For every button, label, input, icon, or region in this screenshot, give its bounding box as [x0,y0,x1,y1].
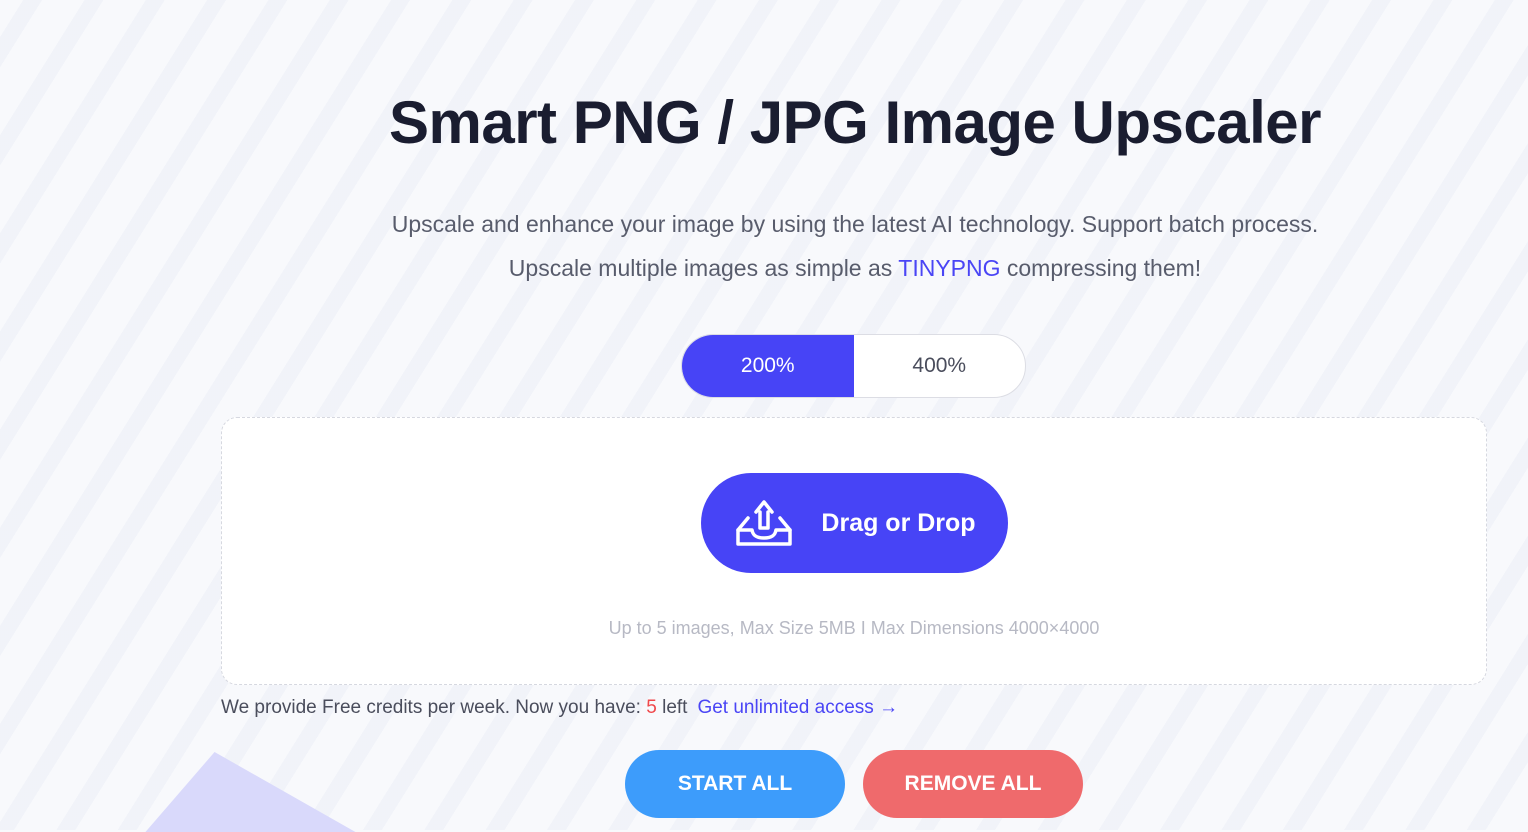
remove-all-button[interactable]: REMOVE ALL [863,750,1083,818]
page-title: Smart PNG / JPG Image Upscaler [388,89,1322,156]
start-all-button[interactable]: START ALL [625,750,845,818]
credits-info: We provide Free credits per week. Now yo… [221,697,898,719]
tinypng-link[interactable]: TINYPNG [898,255,1000,281]
credits-text-end: left [656,697,688,718]
scale-toggle: 200% 400% [681,334,1026,398]
scale-option-200[interactable]: 200% [682,335,854,397]
upload-dropzone[interactable]: Drag or Drop Up to 5 images, Max Size 5M… [221,417,1487,685]
drag-drop-button[interactable]: Drag or Drop [701,473,1008,573]
unlimited-access-link[interactable]: Get unlimited access → [697,697,898,718]
background-shape [145,752,385,832]
subtitle-text-end: compressing them! [1000,255,1202,281]
credits-text: We provide Free credits per week. Now yo… [221,697,647,718]
credits-count: 5 [646,697,657,718]
scale-option-400[interactable]: 400% [854,335,1026,397]
drag-drop-label: Drag or Drop [821,508,976,537]
upload-limits-text: Up to 5 images, Max Size 5MB I Max Dimen… [608,618,1100,638]
page-subtitle: Upscale and enhance your image by using … [360,202,1350,290]
upload-tray-icon [733,498,795,548]
